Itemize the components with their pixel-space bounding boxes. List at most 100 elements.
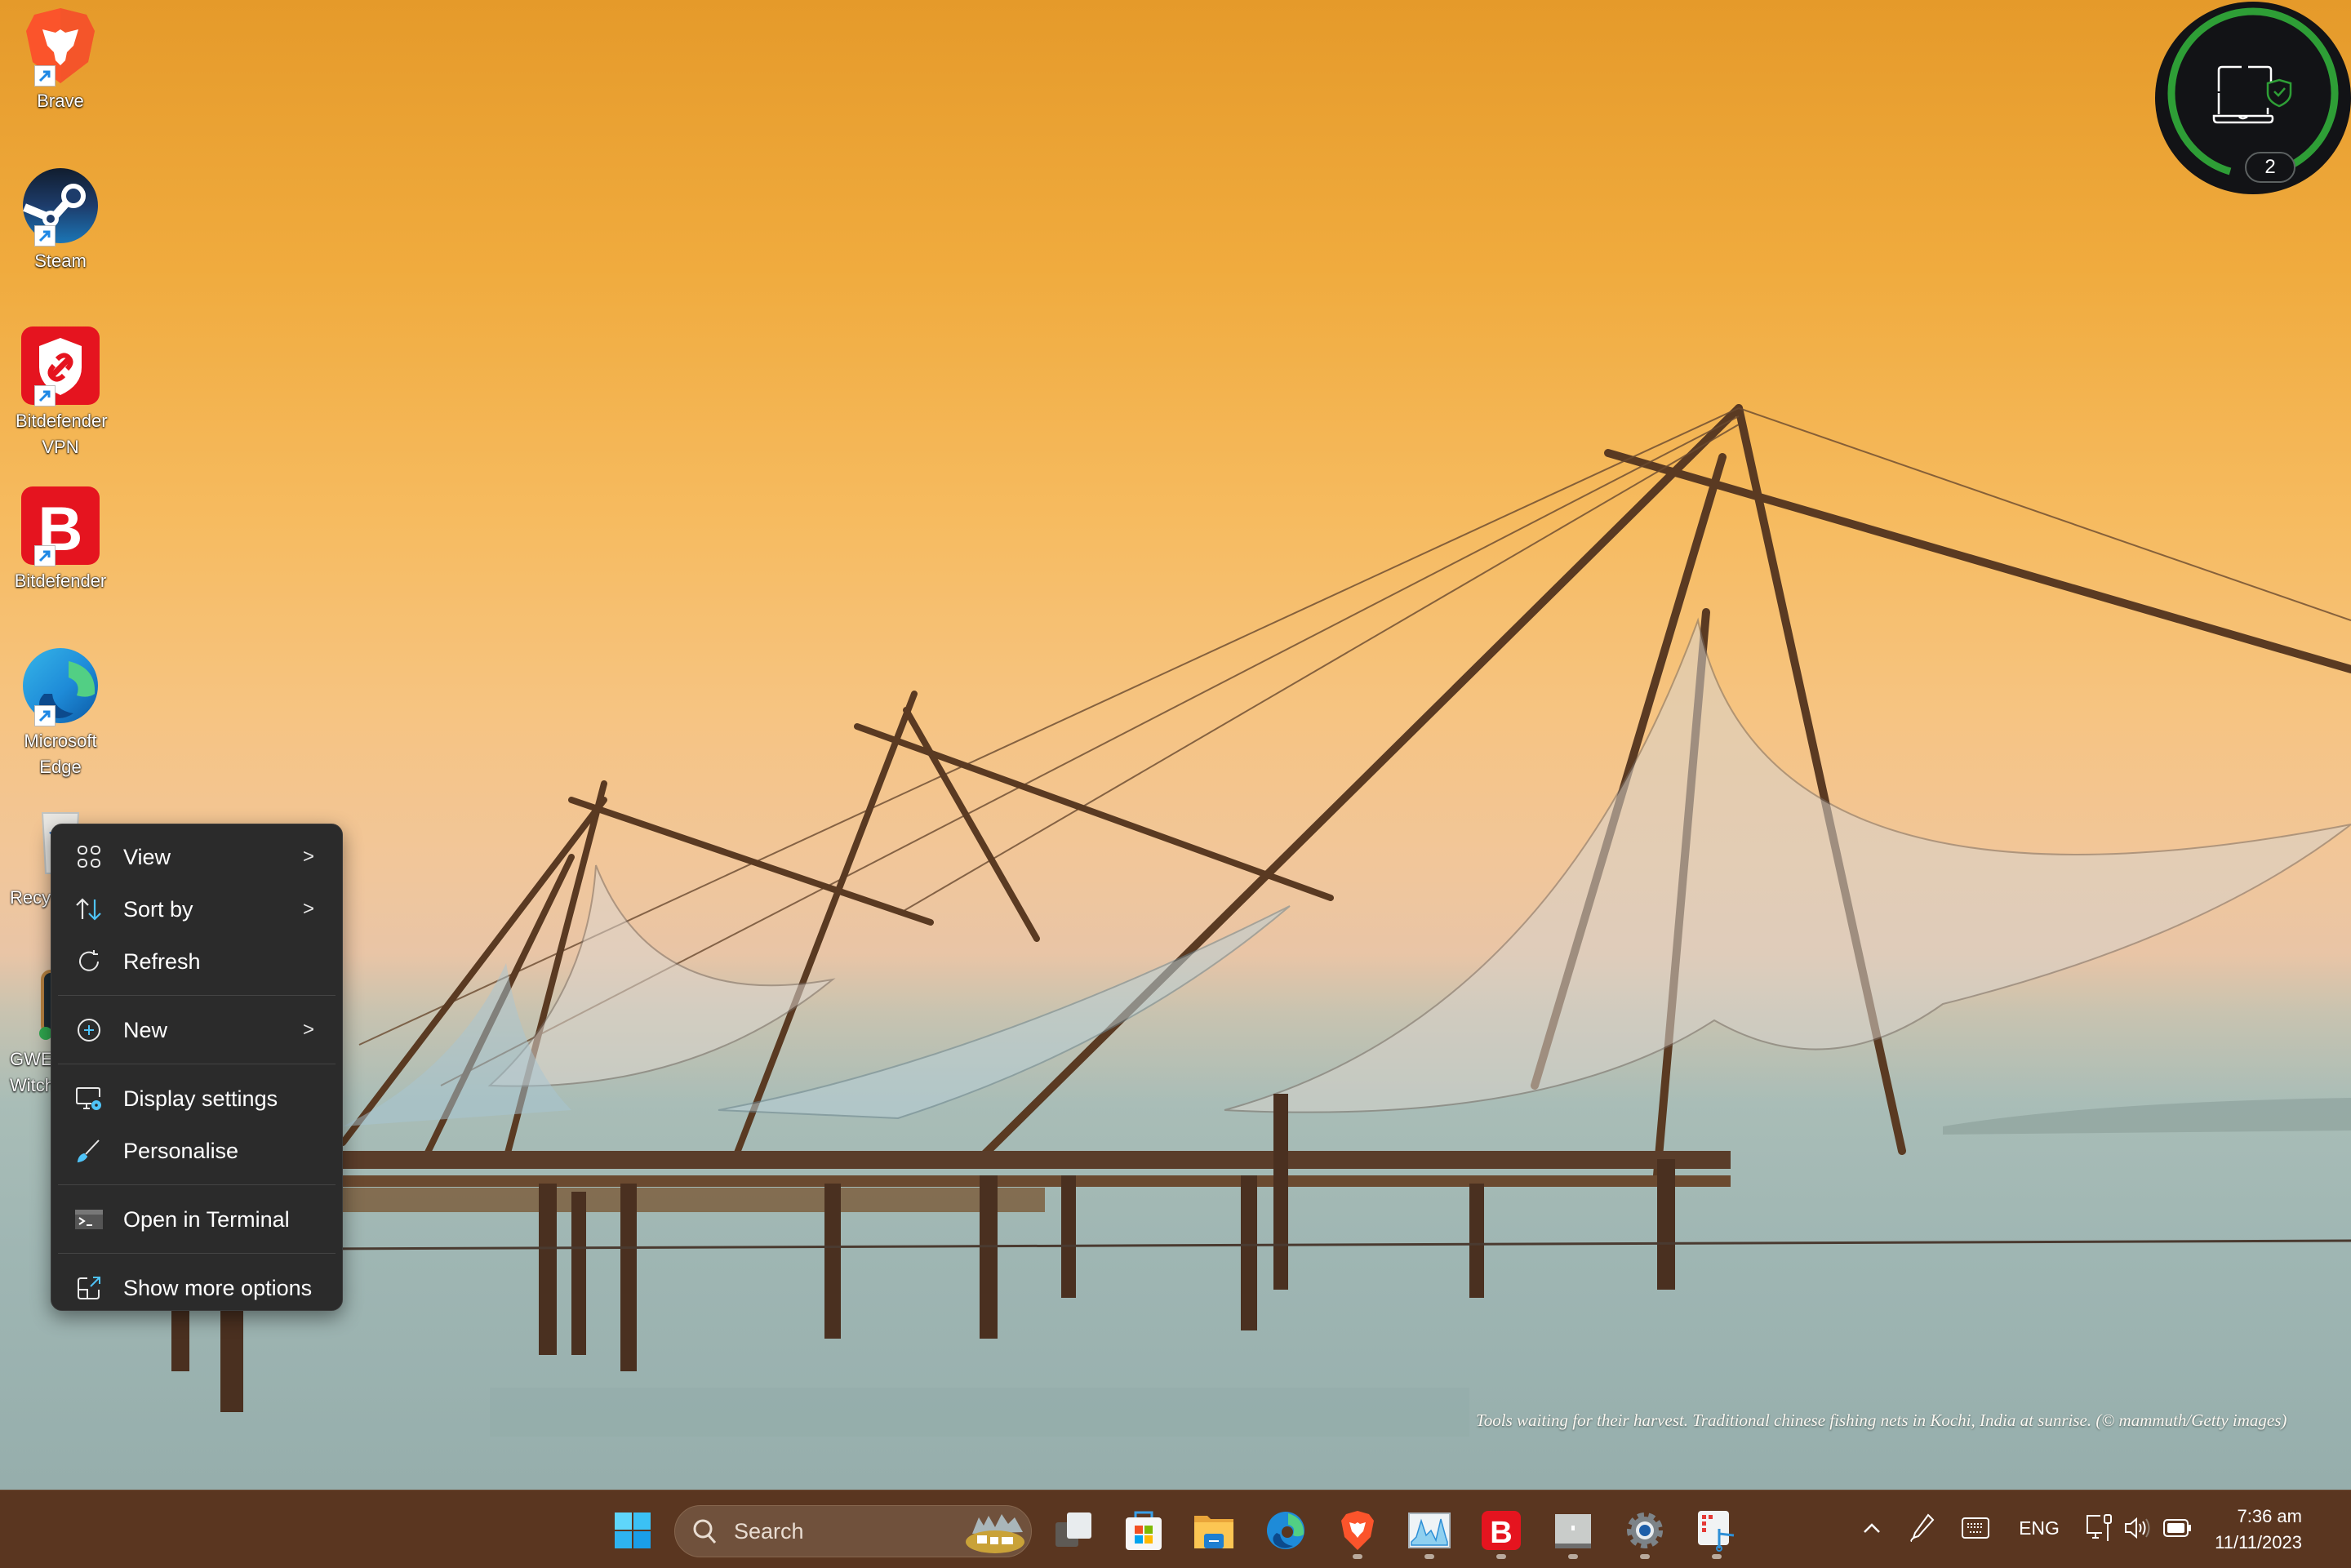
pen-menu-button[interactable] [1907, 1512, 1936, 1544]
brave-icon [1341, 1511, 1374, 1550]
menu-item-refresh[interactable]: Refresh [51, 935, 342, 988]
menu-item-view[interactable]: View > [51, 831, 342, 883]
terminal-icon [74, 1205, 104, 1234]
running-indicator [1353, 1554, 1362, 1559]
taskbar-search-box[interactable]: Search [674, 1505, 1032, 1557]
desktop-icon-label: Microsoft Edge [24, 731, 97, 777]
snipping-tool-icon [1698, 1511, 1735, 1552]
volume-icon [2125, 1517, 2150, 1539]
edge-icon [20, 645, 101, 726]
laptop-shield-icon [2212, 65, 2292, 124]
desktop-icon-label: Bitdefender [14, 571, 107, 591]
taskbar-app-window[interactable] [1546, 1504, 1600, 1559]
refresh-icon [74, 947, 104, 976]
menu-item-label: Display settings [123, 1086, 278, 1111]
taskbar-app-task-view[interactable] [1047, 1504, 1100, 1557]
touch-keyboard-button[interactable] [1959, 1512, 1992, 1544]
shortcut-arrow-icon [34, 705, 56, 726]
taskbar-app-snipping-tool[interactable] [1690, 1504, 1744, 1559]
menu-item-display-settings[interactable]: Display settings [51, 1073, 342, 1125]
volume-button[interactable] [2121, 1512, 2153, 1544]
windows-logo-icon [615, 1512, 651, 1548]
clock-button[interactable]: 7:36 am 11/11/2023 [2215, 1504, 2302, 1556]
menu-item-show-more-options[interactable]: Show more options [51, 1262, 342, 1314]
file-explorer-icon [1194, 1516, 1233, 1548]
search-highlight-illustration-icon [966, 1514, 1024, 1553]
search-icon [693, 1519, 717, 1544]
menu-item-label: Refresh [123, 948, 201, 974]
threat-count-badge[interactable]: 2 [2245, 152, 2295, 183]
chevron-right-icon: > [302, 1019, 314, 1041]
taskbar-app-store[interactable] [1117, 1504, 1171, 1557]
taskbar-app-file-explorer[interactable] [1187, 1504, 1241, 1557]
desktop-icon-label: Bitdefender VPN [16, 411, 108, 457]
running-indicator [1568, 1554, 1578, 1559]
bitdefender-vpn-icon [20, 325, 101, 406]
sort-icon [74, 895, 104, 924]
desktop-icon-bitdefender[interactable]: B Bitdefender [7, 485, 114, 594]
battery-icon [2163, 1519, 2191, 1537]
menu-separator [58, 1184, 336, 1185]
menu-item-open-terminal[interactable]: Open in Terminal [51, 1193, 342, 1246]
display-settings-icon [74, 1084, 104, 1113]
menu-separator [58, 995, 336, 996]
clock-time: 7:36 am [2237, 1506, 2303, 1526]
running-indicator [1424, 1554, 1434, 1559]
pen-icon [1910, 1513, 1935, 1542]
fishing-nets-illustration [171, 404, 2351, 1437]
app-window-icon [1555, 1514, 1591, 1548]
wallpaper-caption: Tools waiting for their harvest. Traditi… [1476, 1410, 2287, 1430]
settings-gear-icon [1627, 1512, 1663, 1548]
shortcut-arrow-icon [34, 385, 56, 406]
bitdefender-icon: B [1482, 1511, 1521, 1550]
battery-button[interactable] [2162, 1512, 2194, 1544]
input-language-indicator[interactable]: ENG [2015, 1512, 2064, 1544]
desktop-icon-label: Steam [34, 251, 87, 271]
bitdefender-icon: B [20, 485, 101, 566]
taskbar-app-resource-monitor[interactable] [1402, 1504, 1456, 1559]
desktop-icon-brave[interactable]: Brave [7, 5, 114, 114]
keyboard-icon [1962, 1517, 1989, 1539]
steam-icon [20, 165, 101, 247]
desktop-icon-bitdefender-vpn[interactable]: Bitdefender VPN [7, 325, 114, 460]
menu-item-label: Sort by [123, 896, 193, 922]
menu-separator [58, 1253, 336, 1254]
taskbar-app-brave[interactable] [1331, 1504, 1384, 1559]
desktop-context-menu: View > Sort by > Refresh New > Display s… [51, 824, 343, 1311]
desktop-icon-label: Brave [37, 91, 84, 111]
microsoft-store-icon [1126, 1511, 1162, 1550]
taskbar: Search B ENG 7:36 am 11/11/2023 [0, 1490, 2351, 1568]
menu-item-label: New [123, 1017, 168, 1042]
desktop-icon-edge[interactable]: Microsoft Edge [7, 645, 114, 780]
taskbar-app-bitdefender[interactable]: B [1474, 1504, 1528, 1559]
running-indicator [1640, 1554, 1650, 1559]
running-indicator [1496, 1554, 1506, 1559]
show-hidden-icons-button[interactable] [1860, 1512, 1884, 1544]
start-button[interactable] [606, 1504, 660, 1557]
menu-item-label: Open in Terminal [123, 1206, 290, 1232]
chevron-up-icon [1864, 1523, 1880, 1533]
search-placeholder: Search [734, 1519, 804, 1544]
resource-monitor-icon [1408, 1512, 1451, 1548]
menu-item-new[interactable]: New > [51, 1004, 342, 1056]
chevron-right-icon: > [302, 846, 314, 868]
security-widget[interactable]: 2 [2155, 2, 2351, 194]
menu-item-label: Show more options [123, 1275, 313, 1300]
show-more-icon [74, 1273, 104, 1303]
desktop-icon-steam[interactable]: Steam [7, 165, 114, 274]
grid-view-icon [74, 842, 104, 872]
brave-icon [20, 5, 101, 87]
plus-circle-icon [74, 1015, 104, 1045]
menu-item-sort-by[interactable]: Sort by > [51, 883, 342, 935]
shortcut-arrow-icon [34, 225, 56, 247]
desktop-wallpaper[interactable] [0, 0, 2351, 1490]
running-indicator [1712, 1554, 1722, 1559]
chevron-right-icon: > [302, 898, 314, 920]
taskbar-app-settings[interactable] [1618, 1504, 1672, 1559]
ethernet-icon [2087, 1514, 2112, 1541]
network-status-button[interactable] [2083, 1512, 2116, 1544]
menu-item-personalise[interactable]: Personalise [51, 1125, 342, 1177]
edge-icon [1267, 1512, 1304, 1549]
shortcut-arrow-icon [34, 545, 56, 566]
taskbar-app-edge[interactable] [1259, 1504, 1313, 1557]
